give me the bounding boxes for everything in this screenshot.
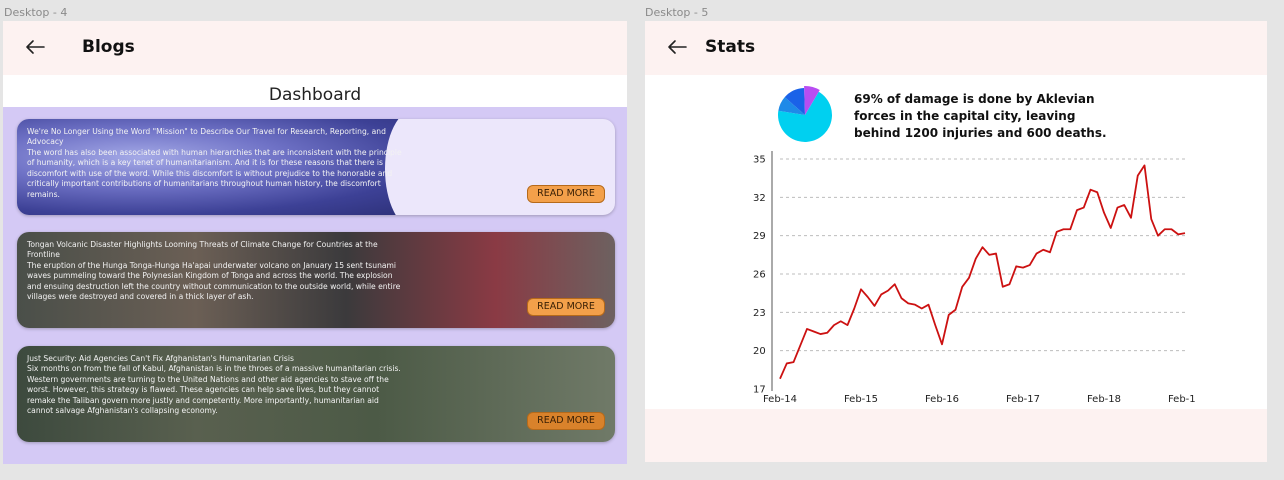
card-title: We're No Longer Using the Word "Mission"…: [27, 127, 386, 147]
y-tick-label: 32: [753, 193, 766, 204]
blog-card-tonga[interactable]: Tongan Volcanic Disaster Highlights Loom…: [17, 232, 615, 328]
card-text: Tongan Volcanic Disaster Highlights Loom…: [27, 240, 407, 303]
y-tick-label: 26: [753, 270, 766, 281]
card-text: We're No Longer Using the Word "Mission"…: [27, 127, 407, 200]
damage-line-chart: 17202326293235Feb-14 Feb-15 Feb-16 Feb-17 Fe…: [753, 151, 1195, 406]
damage-caption: 69% of damage is done by Aklevian forces…: [854, 92, 1107, 140]
y-tick-label: 29: [753, 231, 766, 242]
frame-label-desktop-5: Desktop - 5: [645, 6, 709, 19]
stats-footer: [645, 409, 1267, 462]
x-tick-label: Feb-17: [1006, 394, 1040, 405]
card-body: Six months on from the fall of Kabul, Af…: [27, 364, 401, 416]
damage-pie-chart: [778, 86, 832, 142]
read-more-button[interactable]: READ MORE: [527, 298, 605, 316]
blogs-header: Blogs: [3, 21, 627, 75]
dashboard-title: Dashboard: [268, 85, 362, 105]
frame-label-desktop-4: Desktop - 4: [4, 6, 68, 19]
blogs-screen: Blogs Dashboard We're No Longer Using th…: [3, 21, 627, 464]
tick-labels: 17202326293235Feb-14 Feb-15 Feb-16 Feb-17 Fe…: [753, 155, 1195, 406]
read-more-button[interactable]: READ MORE: [527, 185, 605, 203]
page-title: Blogs: [82, 37, 135, 57]
x-tick-label: Feb-19: [1168, 394, 1195, 405]
card-text: Just Security: Aid Agencies Can't Fix Af…: [27, 354, 407, 417]
card-body: The word has also been associated with h…: [27, 147, 402, 199]
card-body: The eruption of the Hunga Tonga-Hunga Ha…: [27, 260, 401, 302]
stats-header: Stats: [645, 21, 1267, 75]
blog-card-mission[interactable]: We're No Longer Using the Word "Mission"…: [17, 119, 615, 215]
read-more-button[interactable]: READ MORE: [527, 412, 605, 430]
x-tick-label: Feb-14: [763, 394, 797, 405]
y-tick-label: 20: [753, 346, 766, 357]
stats-screen: Stats 69% of damage is done by Aklevian …: [645, 21, 1267, 462]
blog-card-afghanistan[interactable]: Just Security: Aid Agencies Can't Fix Af…: [17, 346, 615, 442]
x-tick-label: Feb-16: [925, 394, 959, 405]
card-title: Tongan Volcanic Disaster Highlights Loom…: [27, 240, 378, 260]
y-tick-label: 35: [753, 155, 766, 166]
back-arrow-icon[interactable]: [667, 39, 687, 55]
x-tick-label: Feb-18: [1087, 394, 1121, 405]
x-tick-label: Feb-15: [844, 394, 878, 405]
card-title: Just Security: Aid Agencies Can't Fix Af…: [27, 354, 294, 363]
page-title: Stats: [705, 37, 756, 57]
back-arrow-icon[interactable]: [25, 39, 45, 55]
y-tick-label: 23: [753, 308, 766, 319]
